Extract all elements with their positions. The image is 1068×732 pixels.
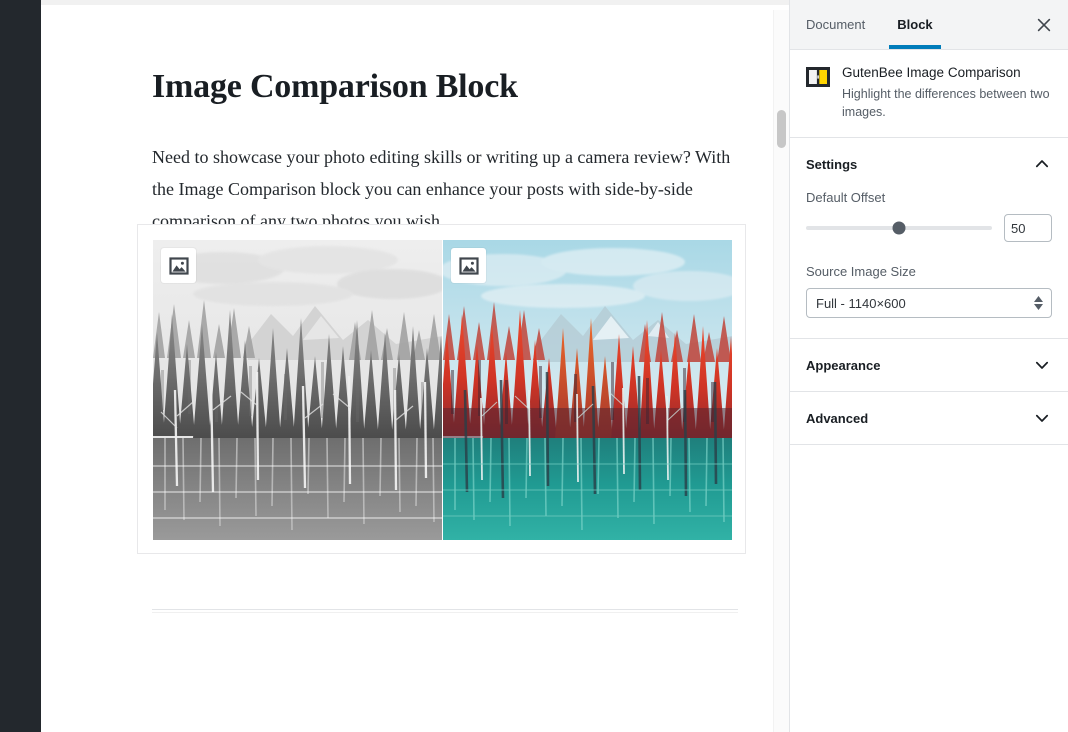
- default-offset-control: [806, 214, 1052, 243]
- gutenbee-image-comparison-icon: [806, 65, 830, 89]
- panel-settings-title: Settings: [806, 156, 858, 172]
- image-comparison-panes: [153, 240, 732, 540]
- default-offset-label: Default Offset: [806, 190, 886, 206]
- editor-content: Image Comparison Block Need to showcase …: [41, 5, 789, 732]
- source-image-size-control: Full - 1140×600: [806, 288, 1052, 319]
- block-settings-sidebar: Document Block GutenBee Image Comparison…: [789, 0, 1068, 732]
- editor-scrollbar-thumb[interactable]: [777, 110, 786, 148]
- image-comparison-block[interactable]: [137, 224, 746, 554]
- comparison-pane-right[interactable]: [442, 240, 732, 540]
- image-icon[interactable]: [161, 248, 196, 283]
- panel-settings-body: Default Offset Source Image Size Full - …: [790, 190, 1068, 338]
- source-image-size-select[interactable]: Full - 1140×600: [806, 288, 1052, 319]
- editor-canvas-area: Image Comparison Block Need to showcase …: [41, 0, 789, 732]
- tab-document[interactable]: Document: [790, 0, 881, 49]
- panel-appearance-header[interactable]: Appearance: [790, 339, 1068, 391]
- panel-appearance: Appearance: [790, 339, 1068, 393]
- default-offset-slider-thumb[interactable]: [892, 221, 906, 235]
- chevron-up-icon: [1032, 154, 1052, 174]
- panel-advanced-header[interactable]: Advanced: [790, 392, 1068, 444]
- panel-settings: Settings Default Offset Source Image Siz…: [790, 138, 1068, 340]
- panel-appearance-title: Appearance: [806, 357, 881, 373]
- wp-admin-sidebar[interactable]: [0, 0, 41, 732]
- comparison-pane-left[interactable]: [153, 240, 442, 540]
- panel-advanced-title: Advanced: [806, 410, 869, 426]
- gutenberg-editor-screen: Image Comparison Block Need to showcase …: [0, 0, 1068, 732]
- panel-advanced: Advanced: [790, 392, 1068, 446]
- image-icon[interactable]: [451, 248, 486, 283]
- content-divider: [152, 609, 738, 613]
- post-paragraph[interactable]: Need to showcase your photo editing skil…: [152, 141, 737, 237]
- tab-block-label: Block: [897, 17, 933, 32]
- chevron-down-icon: [1032, 408, 1052, 428]
- default-offset-slider[interactable]: [806, 221, 992, 235]
- selected-block-info: GutenBee Image Comparison Highlight the …: [790, 50, 1068, 139]
- source-image-size-label: Source Image Size: [806, 264, 916, 280]
- chevron-down-icon: [1032, 355, 1052, 375]
- close-icon[interactable]: [1020, 0, 1068, 49]
- block-title: GutenBee Image Comparison: [842, 65, 1021, 80]
- default-offset-input[interactable]: [1004, 214, 1052, 243]
- source-image-size-value: Full - 1140×600: [816, 295, 906, 311]
- page-title[interactable]: Image Comparison Block: [152, 66, 752, 107]
- panel-settings-header[interactable]: Settings: [790, 138, 1068, 190]
- block-description: Highlight the differences between two im…: [842, 87, 1050, 120]
- tab-block[interactable]: Block: [881, 0, 948, 49]
- editor-scrollbar-track[interactable]: [773, 10, 789, 732]
- tab-document-label: Document: [806, 17, 866, 32]
- sidebar-tabs: Document Block: [790, 0, 1068, 50]
